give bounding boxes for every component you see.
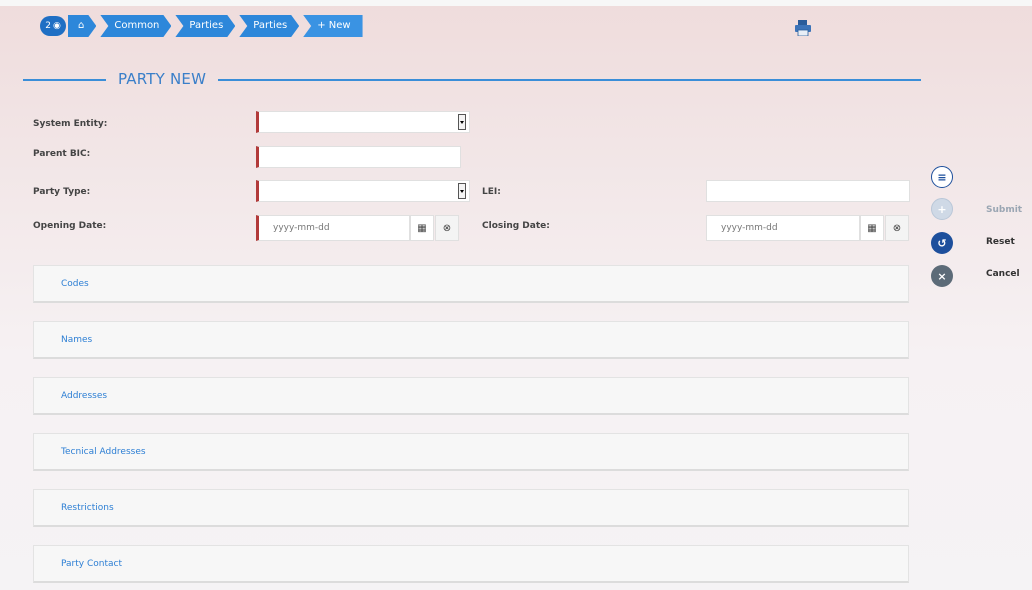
section-label: Codes <box>61 279 89 289</box>
section-label: Names <box>61 335 93 345</box>
breadcrumb-parties-2[interactable]: Parties <box>239 15 299 37</box>
breadcrumb-parties[interactable]: Parties <box>175 15 235 37</box>
parent-bic-input[interactable] <box>256 146 461 168</box>
clear-icon[interactable]: ⊗ <box>435 215 459 241</box>
page-title-row: PARTY NEW <box>23 70 921 90</box>
title-divider-right <box>218 79 921 81</box>
breadcrumb-common[interactable]: Common <box>100 15 171 37</box>
undo-icon: ↺ <box>937 236 947 250</box>
opening-date-label: Opening Date: <box>33 221 107 231</box>
section-label: Restrictions <box>61 503 114 513</box>
cancel-button[interactable]: × <box>931 265 953 287</box>
cancel-label: Cancel <box>986 269 1020 279</box>
title-divider-left <box>23 79 106 81</box>
party-type-select[interactable] <box>256 180 470 202</box>
section-addresses[interactable]: Addresses <box>33 377 909 415</box>
menu-list-button[interactable]: ≡ <box>931 166 953 188</box>
chevron-down-icon <box>458 114 466 130</box>
eye-icon: ◉ <box>52 21 61 31</box>
section-party-contact[interactable]: Party Contact <box>33 545 909 583</box>
calendar-icon[interactable]: ▦ <box>410 215 434 241</box>
submit-label: Submit <box>986 205 1023 215</box>
breadcrumb: 2 ◉ ⌂ Common Parties Parties + New <box>40 13 367 39</box>
section-names[interactable]: Names <box>33 321 909 359</box>
history-count: 2 <box>45 21 51 31</box>
party-type-label: Party Type: <box>33 187 91 197</box>
system-entity-label: System Entity: <box>33 119 108 129</box>
parent-bic-label: Parent BIC: <box>33 149 91 159</box>
list-icon: ≡ <box>937 170 947 184</box>
section-technical-addresses[interactable]: Tecnical Addresses <box>33 433 909 471</box>
breadcrumb-home[interactable]: ⌂ <box>68 15 96 37</box>
calendar-icon[interactable]: ▦ <box>860 215 884 241</box>
clear-icon[interactable]: ⊗ <box>885 215 909 241</box>
lei-input[interactable] <box>706 180 910 202</box>
party-new-page: 2 ◉ ⌂ Common Parties Parties + New PARTY… <box>10 6 1022 590</box>
breadcrumb-new[interactable]: + New <box>303 15 363 37</box>
opening-date-input[interactable]: yyyy-mm-dd <box>256 215 410 241</box>
home-icon: ⌂ <box>78 20 85 31</box>
chevron-down-icon <box>458 183 466 199</box>
close-icon: × <box>937 269 947 283</box>
plus-icon: + <box>937 202 947 216</box>
reset-label: Reset <box>986 237 1015 247</box>
history-badge[interactable]: 2 ◉ <box>40 16 66 36</box>
section-label: Party Contact <box>61 559 122 569</box>
printer-icon[interactable] <box>794 20 812 36</box>
lei-label: LEI: <box>482 187 501 197</box>
section-label: Addresses <box>61 391 108 401</box>
closing-date-placeholder: yyyy-mm-dd <box>721 223 778 233</box>
page-title: PARTY NEW <box>118 70 207 88</box>
system-entity-select[interactable] <box>256 111 470 133</box>
reset-button[interactable]: ↺ <box>931 232 953 254</box>
section-restrictions[interactable]: Restrictions <box>33 489 909 527</box>
opening-date-placeholder: yyyy-mm-dd <box>273 223 330 233</box>
section-codes[interactable]: Codes <box>33 265 909 303</box>
section-label: Tecnical Addresses <box>61 447 146 457</box>
closing-date-input[interactable]: yyyy-mm-dd <box>706 215 860 241</box>
closing-date-label: Closing Date: <box>482 221 550 231</box>
submit-button[interactable]: + <box>931 198 953 220</box>
